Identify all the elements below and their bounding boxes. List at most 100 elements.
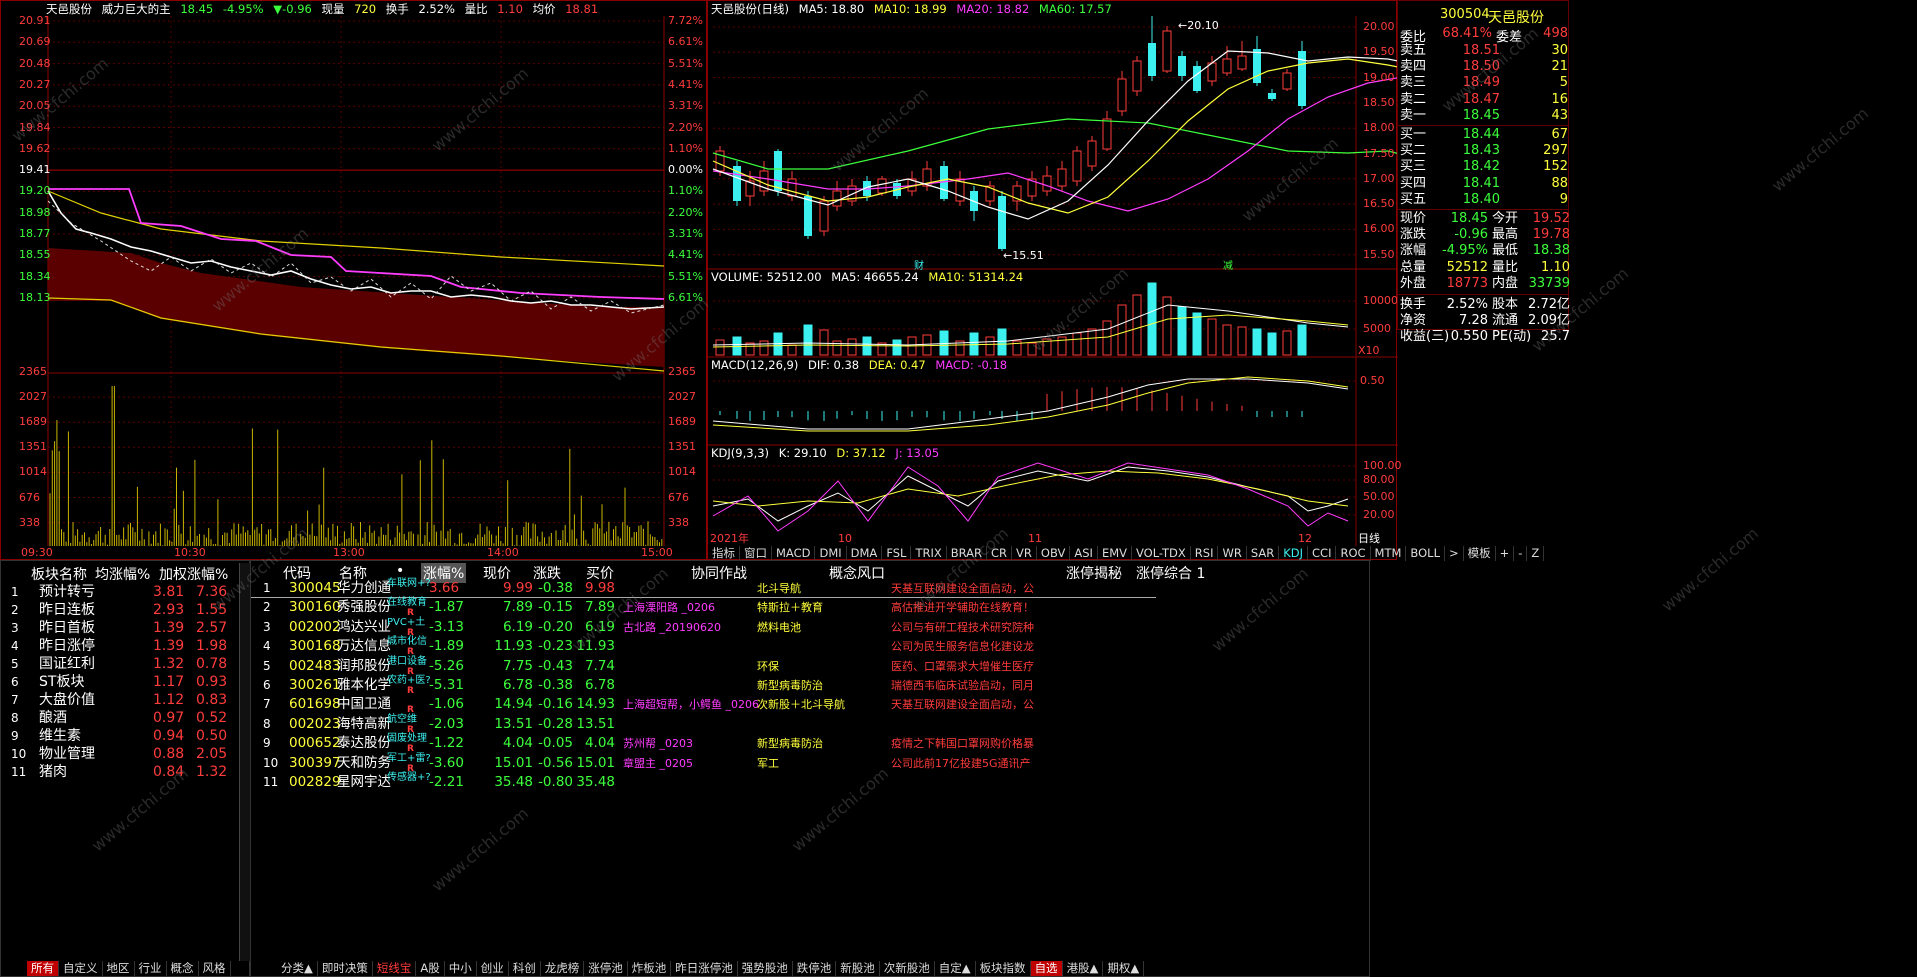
stock-list-panel[interactable]: 代码 名称 • 涨幅% 现价 涨跌 买价 协同作战 概念风口 涨停揭秘 涨停综合 1 1 300045…	[250, 560, 1370, 977]
indicator-tab-21[interactable]: BOLL	[1406, 546, 1445, 561]
stock-tab-5[interactable]: 创业	[477, 961, 509, 976]
list-item[interactable]: 7 大盘价值 1.12 0.83	[1, 691, 236, 709]
table-row[interactable]: 11 002829 星网宇达 传感器+? -2.21 35.48 -0.80 35.48	[251, 772, 1156, 792]
indicator-tab-20[interactable]: MTM	[1371, 546, 1407, 561]
stat-value: 33739	[1528, 275, 1570, 291]
stock-tab-3[interactable]: A股	[416, 961, 445, 976]
sector-tab-1[interactable]: 自定义	[59, 961, 103, 976]
list-item[interactable]: 11 猪肉 0.84 1.32	[1, 763, 236, 781]
indicator-tab-0[interactable]: 指标	[708, 546, 740, 561]
indicator-tab-15[interactable]: WR	[1218, 546, 1247, 561]
indicator-tab-7[interactable]: BRAR	[947, 546, 988, 561]
sector-scrollbar[interactable]	[239, 563, 250, 961]
stock-tab-10[interactable]: 昨日涨停池	[671, 961, 738, 976]
sector-avg-change: 2.93	[153, 602, 185, 618]
ask-level-2-price: 18.47	[1462, 91, 1500, 107]
macd-header: MACD(12,26,9) DIF: 0.38 DEA: 0.47 MACD: …	[711, 357, 1013, 373]
sector-tab-3[interactable]: 行业	[135, 961, 167, 976]
sector-tab-0[interactable]: 所有	[27, 961, 59, 976]
list-item[interactable]: 2 昨日连板 2.93 1.55	[1, 601, 236, 619]
indicator-tab-17[interactable]: KDJ	[1279, 546, 1309, 561]
indicator-tab-9[interactable]: VR	[1012, 546, 1037, 561]
macd-dif: DIF: 0.38	[808, 358, 860, 372]
daily-chart-panel[interactable]: 天邑股份(日线) MA5: 18.80 MA10: 18.99 MA20: 18…	[707, 0, 1545, 561]
indicator-tab-1[interactable]: 窗口	[740, 546, 772, 561]
sector-col-header[interactable]: 板块名称	[31, 564, 87, 584]
concept-tag: 特斯拉＋教育	[757, 601, 823, 615]
indicator-tab-2[interactable]: MACD	[772, 546, 816, 561]
stock-tab-19[interactable]: 期权▲	[1103, 961, 1145, 976]
stock-tab-16[interactable]: 板块指数	[976, 961, 1031, 976]
daily-price-tick: 15.50	[1363, 247, 1395, 261]
stock-tab-9[interactable]: 炸板池	[628, 961, 672, 976]
indicator-tab-5[interactable]: FSL	[882, 546, 912, 561]
watermark: www.cfchi.com	[1657, 523, 1763, 616]
bid-level-2-price: 18.43	[1462, 143, 1500, 159]
indicator-tab-3[interactable]: DMI	[815, 546, 847, 561]
indicator-tab-19[interactable]: ROC	[1336, 546, 1371, 561]
intraday-chart-panel[interactable]: 天邑股份 威力巨大的主 18.45 -4.95% ▼-0.96 现量 720 换…	[0, 0, 707, 560]
indicator-tab-8[interactable]: CR	[987, 546, 1013, 561]
indicator-tab-4[interactable]: DMA	[847, 546, 883, 561]
list-item[interactable]: 9 维生素 0.94 0.50	[1, 727, 236, 745]
indicator-tab-13[interactable]: VOL-TDX	[1132, 546, 1191, 561]
sector-avg-change: 1.12	[153, 692, 185, 708]
sector-weighted-change: 2.05	[196, 746, 228, 762]
indicator-tab-26[interactable]: Z	[1527, 546, 1545, 561]
intraday-fill-area	[48, 248, 664, 367]
stock-tab-7[interactable]: 龙虎榜	[541, 961, 585, 976]
sector-col-header[interactable]: 均涨幅%	[95, 564, 150, 584]
stock-tab-18[interactable]: 港股▲	[1063, 961, 1104, 976]
indicator-tab-14[interactable]: RSI	[1191, 546, 1219, 561]
stat-value: 0.550	[1450, 329, 1488, 345]
stock-tab-14[interactable]: 次新股池	[880, 961, 935, 976]
reduction-marker[interactable]: 减	[1223, 257, 1233, 272]
list-item[interactable]: 1 预计转亏 3.81 7.36	[1, 583, 236, 601]
stock-tab-12[interactable]: 跌停池	[793, 961, 837, 976]
stock-tab-15[interactable]: 自定▲	[935, 961, 976, 976]
volume-tick: 676	[668, 490, 689, 504]
table-row[interactable]: 6 300261 雅本化学 农药+医? R -5.31 6.78 -0.38 6.78 新型病毒防…	[251, 675, 1156, 696]
daily-price-tick: 18.50	[1363, 95, 1395, 109]
indicator-tab-23[interactable]: 模板	[1464, 546, 1496, 561]
indicator-tab-16[interactable]: SAR	[1247, 546, 1280, 561]
stock-tab-13[interactable]: 新股池	[836, 961, 880, 976]
indicator-tab-10[interactable]: OBV	[1037, 546, 1071, 561]
collab-note: 上海溧阳路 _0206	[623, 601, 715, 615]
list-item[interactable]: 3 昨日首板 1.39 2.57	[1, 619, 236, 637]
indicator-tab-22[interactable]: >	[1445, 546, 1464, 561]
stock-tab-11[interactable]: 强势股池	[738, 961, 793, 976]
list-item[interactable]: 5 国证红利 1.32 0.78	[1, 655, 236, 673]
stat-label: 总量	[1400, 259, 1427, 275]
candle-body-up	[1132, 60, 1142, 92]
indicator-tab-25[interactable]: -	[1514, 546, 1528, 561]
list-item[interactable]: 6 ST板块 1.17 0.93	[1, 673, 236, 691]
list-item[interactable]: 4 昨日涨停 1.39 1.98	[1, 637, 236, 655]
stock-tab-1[interactable]: 即时决策	[318, 961, 373, 976]
list-item[interactable]: 10 物业管理 0.88 2.05	[1, 745, 236, 763]
stock-code: 300397	[289, 754, 341, 771]
change-amount: -0.15	[538, 599, 573, 616]
indicator-tab-6[interactable]: TRIX	[911, 546, 947, 561]
stock-tab-0[interactable]: 分类▲	[277, 961, 318, 976]
stock-tab-4[interactable]: 中小	[445, 961, 477, 976]
sector-col-header[interactable]: 加权涨幅%	[159, 564, 228, 584]
indicator-tab-18[interactable]: CCI	[1308, 546, 1337, 561]
indicator-tab-24[interactable]: +	[1496, 546, 1515, 561]
sector-tab-5[interactable]: 风格	[199, 961, 231, 976]
collab-note: 章盟主 _0205	[623, 756, 693, 770]
sector-list-panel[interactable]: 板块名称 均涨幅% 加权涨幅% 1 预计转亏 3.81 7.36 2 昨日连板 2.93 1.55…	[0, 560, 250, 977]
intraday-price-tick: 18.98	[19, 205, 51, 219]
stock-tab-6[interactable]: 科创	[509, 961, 541, 976]
stock-tab-17[interactable]: 自选	[1030, 961, 1063, 976]
stock-tab-2[interactable]: 短线宝	[373, 961, 417, 976]
sector-tab-2[interactable]: 地区	[103, 961, 135, 976]
daily-volume-bar	[759, 340, 769, 356]
stock-tab-8[interactable]: 涨停池	[584, 961, 628, 976]
period-label[interactable]: 日线	[1358, 533, 1380, 545]
indicator-tab-12[interactable]: EMV	[1098, 546, 1132, 561]
sector-tab-4[interactable]: 概念	[167, 961, 199, 976]
ask-level-3-price: 18.49	[1462, 75, 1500, 91]
list-item[interactable]: 8 酿酒 0.97 0.52	[1, 709, 236, 727]
indicator-tab-11[interactable]: ASI	[1070, 546, 1098, 561]
